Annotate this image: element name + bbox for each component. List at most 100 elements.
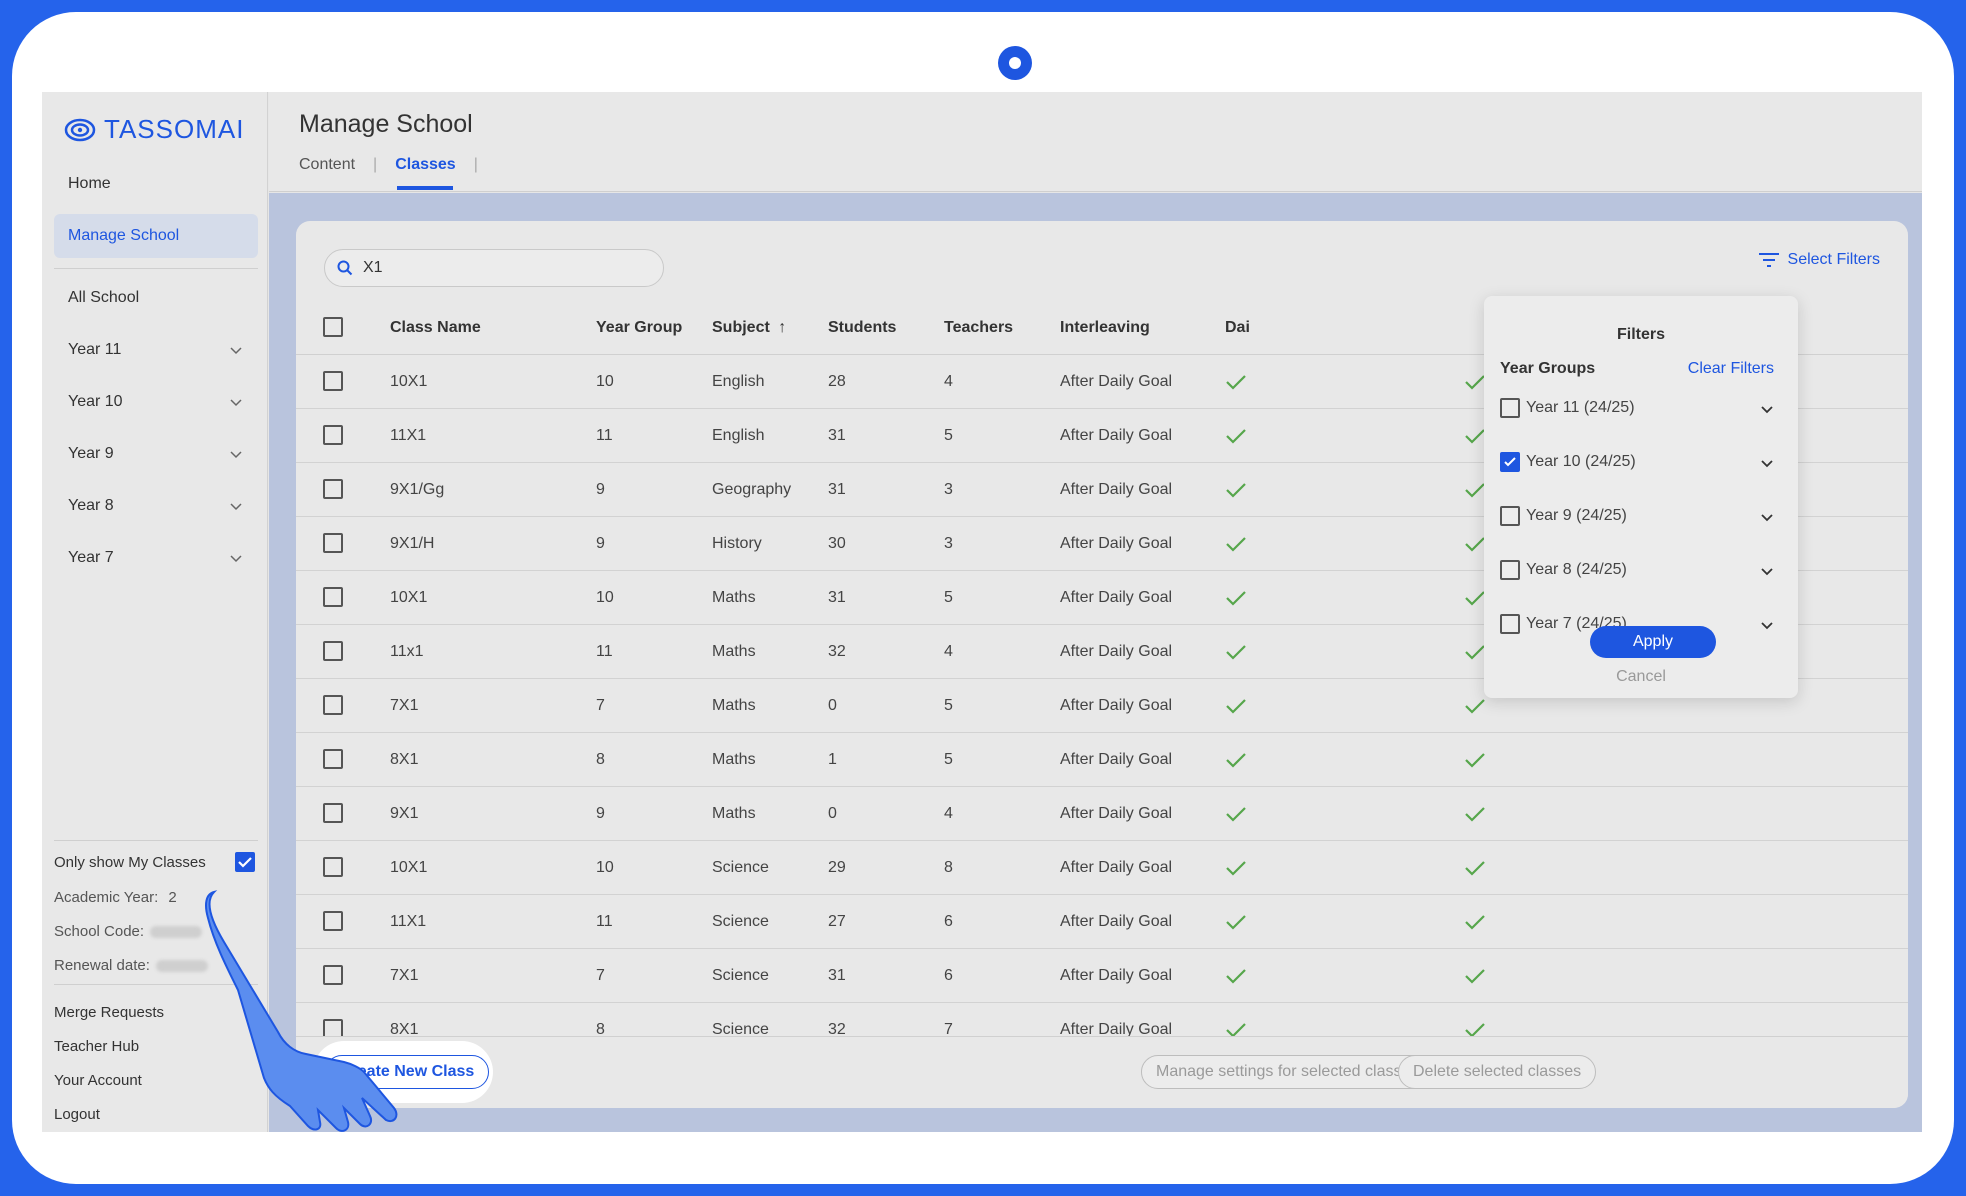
sidebar-item-manage-school[interactable]: Manage School [54, 214, 258, 258]
cell-students: 0 [828, 697, 837, 714]
sidebar-item-year-11[interactable]: Year 11 [54, 328, 258, 372]
sidebar-link-logout[interactable]: Logout [54, 1106, 100, 1123]
cell-students: 0 [828, 805, 837, 822]
row-checkbox[interactable] [323, 533, 343, 553]
cell-class-name: 9X1/H [390, 535, 435, 552]
filter-checkbox[interactable] [1500, 452, 1520, 472]
table-row[interactable]: 10X1 10 Science 29 8 After Daily Goal [296, 841, 1908, 895]
cell-students: 30 [828, 535, 846, 552]
filter-option[interactable]: Year 8 (24/25) [1500, 558, 1784, 582]
column-header-subject[interactable]: Subject ↑ [712, 319, 786, 337]
filter-checkbox[interactable] [1500, 560, 1520, 580]
sidebar-item-year-10[interactable]: Year 10 [54, 380, 258, 424]
column-header-interleaving[interactable]: Interleaving [1060, 319, 1150, 337]
apply-button[interactable]: Apply [1590, 626, 1716, 658]
page-title: Manage School [299, 110, 473, 138]
sidebar-link-merge-requests[interactable]: Merge Requests [54, 1004, 164, 1021]
tab-divider: | [473, 156, 478, 173]
row-checkbox[interactable] [323, 803, 343, 823]
cell-class-name: 9X1/Gg [390, 481, 445, 498]
filter-option[interactable]: Year 9 (24/25) [1500, 504, 1784, 528]
cell-interleaving: After Daily Goal [1060, 697, 1173, 714]
cell-subject: Science [712, 913, 769, 930]
row-checkbox[interactable] [323, 695, 343, 715]
chevron-down-icon[interactable] [1760, 402, 1774, 416]
search-input[interactable]: X1 [363, 259, 383, 277]
cell-interleaving: After Daily Goal [1060, 427, 1173, 444]
tab-content[interactable]: Content [299, 156, 355, 174]
check-icon [1464, 859, 1486, 877]
row-checkbox[interactable] [323, 425, 343, 445]
cell-interleaving: After Daily Goal [1060, 373, 1173, 390]
cell-subject: Maths [712, 697, 756, 714]
school-code: School Code: [54, 923, 203, 940]
column-header-class-name[interactable]: Class Name [390, 319, 481, 337]
filter-option[interactable]: Year 11 (24/25) [1500, 396, 1784, 420]
brand-logo[interactable]: TASSOMAI [64, 114, 244, 145]
sidebar-item-home[interactable]: Home [54, 162, 258, 206]
column-header-teachers[interactable]: Teachers [944, 319, 1013, 337]
only-my-classes-label: Only show My Classes [54, 854, 206, 871]
chevron-down-icon[interactable] [1760, 510, 1774, 524]
academic-year[interactable]: Academic Year: 2 [54, 889, 177, 906]
cell-teachers: 8 [944, 859, 953, 876]
filter-option-label: Year 8 (24/25) [1526, 561, 1627, 578]
sidebar-item-all-school[interactable]: All School [54, 276, 258, 320]
only-my-classes-checkbox[interactable] [235, 852, 255, 872]
clear-filters-link[interactable]: Clear Filters [1688, 360, 1774, 378]
delete-selected-button[interactable]: Delete selected classes [1398, 1055, 1597, 1089]
row-checkbox[interactable] [323, 479, 343, 499]
chevron-down-icon[interactable] [1760, 618, 1774, 632]
table-row[interactable]: 7X1 7 Science 31 6 After Daily Goal [296, 949, 1908, 1003]
table-row[interactable]: 9X1 9 Maths 0 4 After Daily Goal [296, 787, 1908, 841]
filter-checkbox[interactable] [1500, 506, 1520, 526]
cell-interleaving: After Daily Goal [1060, 589, 1173, 606]
row-checkbox[interactable] [323, 641, 343, 661]
check-icon [1464, 751, 1486, 769]
table-row[interactable]: 8X1 8 Maths 1 5 After Daily Goal [296, 733, 1908, 787]
sidebar-item-year-9[interactable]: Year 9 [54, 432, 258, 476]
filter-checkbox[interactable] [1500, 398, 1520, 418]
cell-students: 29 [828, 859, 846, 876]
manage-settings-button[interactable]: Manage settings for selected classes [1141, 1055, 1434, 1089]
sidebar-item-year-7[interactable]: Year 7 [54, 536, 258, 580]
academic-year-label: Academic Year: [54, 889, 159, 906]
column-header-daily[interactable]: Dai [1225, 319, 1250, 337]
column-header-year-group[interactable]: Year Group [596, 319, 682, 337]
chevron-down-icon[interactable] [230, 448, 242, 460]
renewal-date-label: Renewal date: [54, 957, 150, 974]
filter-option[interactable]: Year 10 (24/25) [1500, 450, 1784, 474]
cell-interleaving: After Daily Goal [1060, 913, 1173, 930]
check-icon [1225, 913, 1247, 931]
cell-year-group: 10 [596, 589, 614, 606]
chevron-down-icon[interactable] [1760, 564, 1774, 578]
search-field[interactable]: X1 [324, 249, 664, 287]
column-header-label: Subject [712, 319, 770, 336]
filter-checkbox[interactable] [1500, 614, 1520, 634]
cell-teachers: 5 [944, 589, 953, 606]
row-checkbox[interactable] [323, 587, 343, 607]
table-row[interactable]: 11X1 11 Science 27 6 After Daily Goal [296, 895, 1908, 949]
cell-students: 31 [828, 427, 846, 444]
column-header-students[interactable]: Students [828, 319, 896, 337]
select-all-checkbox[interactable] [323, 317, 343, 337]
sidebar-link-your-account[interactable]: Your Account [54, 1072, 142, 1089]
select-filters-button[interactable]: Select Filters [1758, 251, 1880, 269]
sidebar-link-teacher-hub[interactable]: Teacher Hub [54, 1038, 139, 1055]
chevron-down-icon[interactable] [230, 344, 242, 356]
chevron-down-icon[interactable] [1760, 456, 1774, 470]
chevron-down-icon[interactable] [230, 500, 242, 512]
chevron-down-icon[interactable] [230, 396, 242, 408]
cell-subject: English [712, 373, 765, 390]
row-checkbox[interactable] [323, 749, 343, 769]
sidebar-item-year-8[interactable]: Year 8 [54, 484, 258, 528]
chevron-down-icon[interactable] [230, 552, 242, 564]
cancel-button[interactable]: Cancel [1484, 668, 1798, 686]
cell-subject: Maths [712, 643, 756, 660]
check-icon [1225, 859, 1247, 877]
row-checkbox[interactable] [323, 371, 343, 391]
checkmark-icon [238, 857, 252, 868]
cell-teachers: 6 [944, 967, 953, 984]
cell-subject: Maths [712, 589, 756, 606]
tab-classes[interactable]: Classes [395, 156, 456, 174]
